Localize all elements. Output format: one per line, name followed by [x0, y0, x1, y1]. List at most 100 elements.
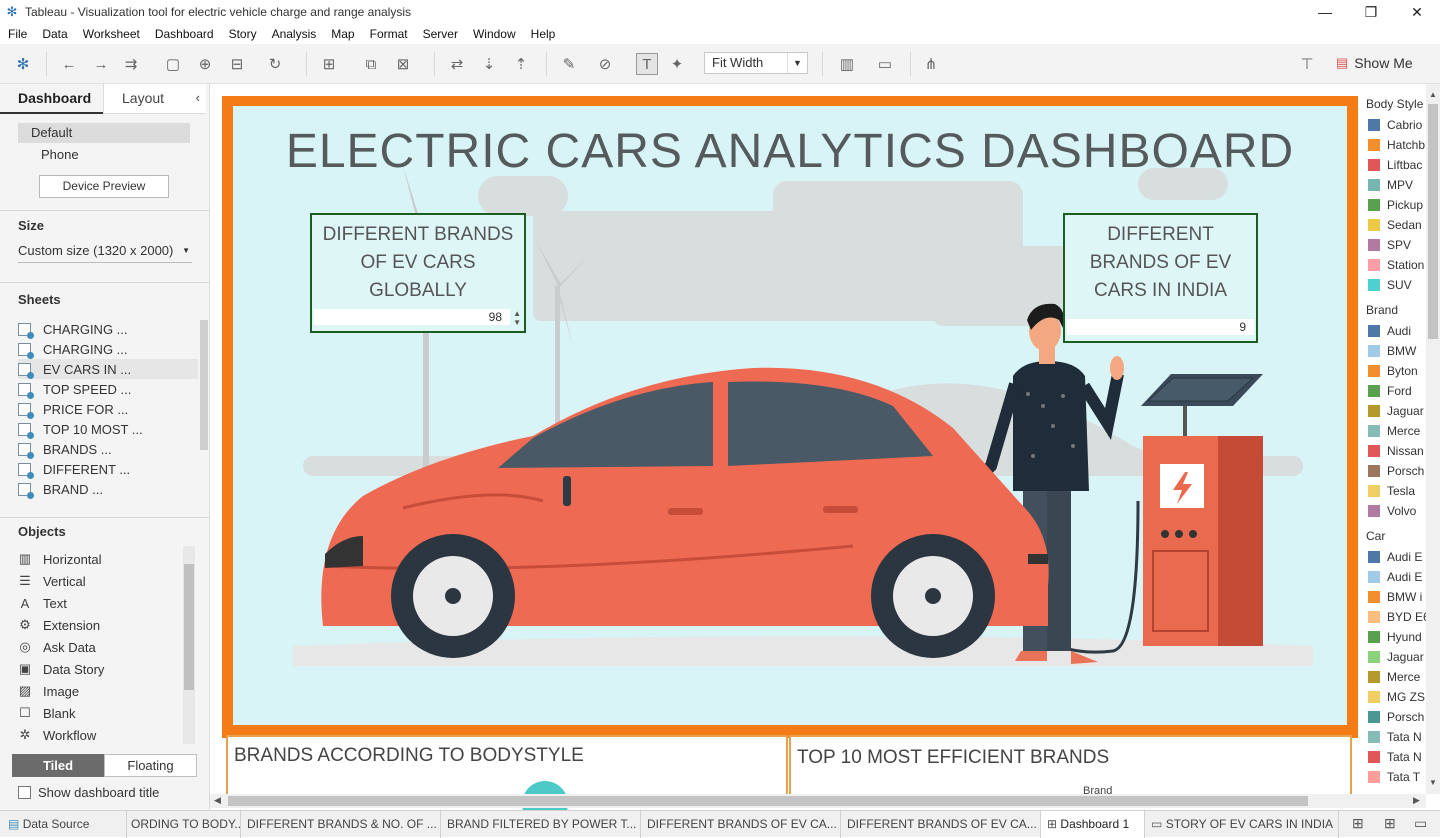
new-datasource-icon[interactable]: ⊕ — [194, 53, 216, 75]
minimize-icon[interactable]: — — [1302, 0, 1348, 24]
close-icon[interactable]: ✕ — [1394, 0, 1440, 24]
object-text[interactable]: A Text — [18, 593, 67, 613]
legend-item[interactable]: Jaguar — [1368, 404, 1424, 418]
legend-item[interactable]: Audi E — [1368, 570, 1422, 584]
legend-item[interactable]: Byton — [1368, 364, 1418, 378]
menu-server[interactable]: Server — [415, 27, 465, 41]
menu-window[interactable]: Window — [465, 27, 523, 41]
sort-descending-icon[interactable]: ⇡ — [510, 53, 532, 75]
device-phone[interactable]: Phone — [41, 145, 79, 165]
scroll-down-icon[interactable]: ▼ — [1429, 778, 1437, 787]
tab-sheet[interactable]: DIFFERENT BRANDS OF EV CA... — [641, 811, 841, 838]
object-vertical[interactable]: ☰ Vertical — [18, 571, 85, 591]
tab-sheet[interactable]: DIFFERENT BRANDS OF EV CA... — [841, 811, 1041, 838]
panel-top10-efficient[interactable]: TOP 10 MOST EFFICIENT BRANDS Brand — [789, 735, 1352, 797]
clear-icon[interactable]: ⊠ — [392, 53, 414, 75]
legend-item[interactable]: Hatchb — [1368, 138, 1425, 152]
pause-updates-icon[interactable]: ⊟ — [226, 53, 248, 75]
legend-item[interactable]: Audi E — [1368, 550, 1422, 564]
swap-icon[interactable]: ⇄ — [446, 53, 468, 75]
scroll-right-icon[interactable]: ▶ — [1413, 795, 1420, 806]
kpi-india-brands[interactable]: DIFFERENT BRANDS OF EV CARS IN INDIA 9 — [1063, 213, 1258, 343]
sheets-scrollbar[interactable] — [200, 320, 208, 450]
legend-item[interactable]: BMW i — [1368, 590, 1422, 604]
undo-icon[interactable]: ← — [58, 53, 80, 75]
spinner-icon[interactable]: ▲ ▼ — [513, 309, 521, 327]
refresh-icon[interactable]: ↻ — [264, 53, 286, 75]
sheet-item[interactable]: CHARGING ... — [18, 339, 198, 359]
object-blank[interactable]: ☐ Blank — [18, 703, 75, 723]
object-extension[interactable]: ⚙ Extension — [18, 615, 100, 635]
legend-item[interactable]: Station — [1368, 258, 1424, 272]
duplicate-icon[interactable]: ⧉ — [360, 53, 382, 75]
legend-item[interactable]: Porsch — [1368, 464, 1424, 478]
new-story-tab-icon[interactable]: ▭ — [1414, 815, 1427, 832]
legend-item[interactable]: Tata N — [1368, 730, 1422, 744]
object-horizontal[interactable]: ▥ Horizontal — [18, 549, 102, 569]
legend-item[interactable]: Jaguar — [1368, 650, 1424, 664]
legend-item[interactable]: Audi — [1368, 324, 1411, 338]
scroll-left-icon[interactable]: ◀ — [214, 795, 221, 806]
object-ask-data[interactable]: ◎ Ask Data — [18, 637, 95, 657]
save-icon[interactable]: ▢ — [162, 53, 184, 75]
legend-item[interactable]: Pickup — [1368, 198, 1423, 212]
legend-item[interactable]: Tesla — [1368, 484, 1415, 498]
sheet-item[interactable]: PRICE FOR ... — [18, 399, 198, 419]
vertical-scrollbar[interactable]: ▲ ▼ — [1426, 84, 1440, 794]
legend-item[interactable]: Cabrio — [1368, 118, 1422, 132]
menu-map[interactable]: Map — [323, 27, 361, 41]
tiled-button[interactable]: Tiled — [12, 754, 104, 777]
new-dashboard-tab-icon[interactable]: ⊞ — [1384, 815, 1396, 832]
sheet-item[interactable]: TOP SPEED ... — [18, 379, 198, 399]
legend-item[interactable]: MPV — [1368, 178, 1413, 192]
tableau-home-icon[interactable]: ✻ — [12, 53, 34, 75]
legend-item[interactable]: Porsch — [1368, 710, 1424, 724]
legend-item[interactable]: Tata N — [1368, 750, 1422, 764]
legend-item[interactable]: Hyund — [1368, 630, 1422, 644]
new-worksheet-tab-icon[interactable]: ⊞ — [1352, 815, 1364, 832]
object-data-story[interactable]: ▣ Data Story — [18, 659, 105, 679]
presentation-mode-icon[interactable]: ▭ — [874, 53, 896, 75]
scroll-up-icon[interactable]: ▲ — [1429, 90, 1437, 99]
legend-item[interactable]: Tata T — [1368, 770, 1420, 784]
show-cards-icon[interactable]: ▥ — [836, 53, 858, 75]
legend-item[interactable]: SPV — [1368, 238, 1411, 252]
device-preview-button[interactable]: Device Preview — [39, 175, 169, 198]
format-painter-icon[interactable]: ⊤ — [1296, 53, 1318, 75]
menu-file[interactable]: File — [0, 27, 34, 41]
show-labels-icon[interactable]: T — [636, 53, 658, 75]
legend-item[interactable]: SUV — [1368, 278, 1412, 292]
size-dropdown[interactable]: Custom size (1320 x 2000) ▼ — [18, 241, 192, 263]
highlight-icon[interactable]: ✎ — [558, 53, 580, 75]
restore-icon[interactable]: ❐ — [1348, 0, 1394, 24]
menu-help[interactable]: Help — [523, 27, 563, 41]
legend-item[interactable]: BMW — [1368, 344, 1416, 358]
group-icon[interactable]: ⊘ — [594, 53, 616, 75]
tab-sheet[interactable]: ORDING TO BODY... — [127, 811, 241, 838]
redo-icon[interactable]: → — [90, 53, 112, 75]
menu-story[interactable]: Story — [221, 27, 264, 41]
tab-data-source[interactable]: ▤ Data Source — [0, 811, 127, 838]
menu-analysis[interactable]: Analysis — [264, 27, 324, 41]
sheet-item[interactable]: DIFFERENT ... — [18, 459, 198, 479]
tab-story[interactable]: ▭ STORY OF EV CARS IN INDIA — [1145, 811, 1339, 838]
legend-item[interactable]: Sedan — [1368, 218, 1422, 232]
legend-item[interactable]: BYD E6 — [1368, 610, 1426, 624]
tab-sheet[interactable]: BRAND FILTERED BY POWER T... — [441, 811, 641, 838]
legend-item[interactable]: MG ZS — [1368, 690, 1425, 704]
legend-item[interactable]: Merce — [1368, 670, 1420, 684]
horizontal-scrollbar[interactable]: ◀ ▶ — [210, 794, 1426, 808]
legend-item[interactable]: Ford — [1368, 384, 1412, 398]
panel-brands-bodystyle[interactable]: BRANDS ACCORDING TO BODYSTYLE — [226, 735, 788, 827]
sheet-item[interactable]: EV CARS IN ... — [18, 359, 198, 379]
legend-item[interactable]: Nissan — [1368, 444, 1424, 458]
sheet-item[interactable]: CHARGING ... — [18, 319, 198, 339]
floating-button[interactable]: Floating — [104, 754, 197, 777]
menu-worksheet[interactable]: Worksheet — [75, 27, 147, 41]
collapse-panel-icon[interactable]: ‹ — [196, 84, 200, 112]
device-default[interactable]: Default — [18, 123, 190, 143]
menu-dashboard[interactable]: Dashboard — [147, 27, 221, 41]
new-worksheet-icon[interactable]: ⊞ — [318, 53, 340, 75]
show-me-button[interactable]: ▤ Show Me — [1336, 55, 1413, 71]
menu-format[interactable]: Format — [362, 27, 415, 41]
